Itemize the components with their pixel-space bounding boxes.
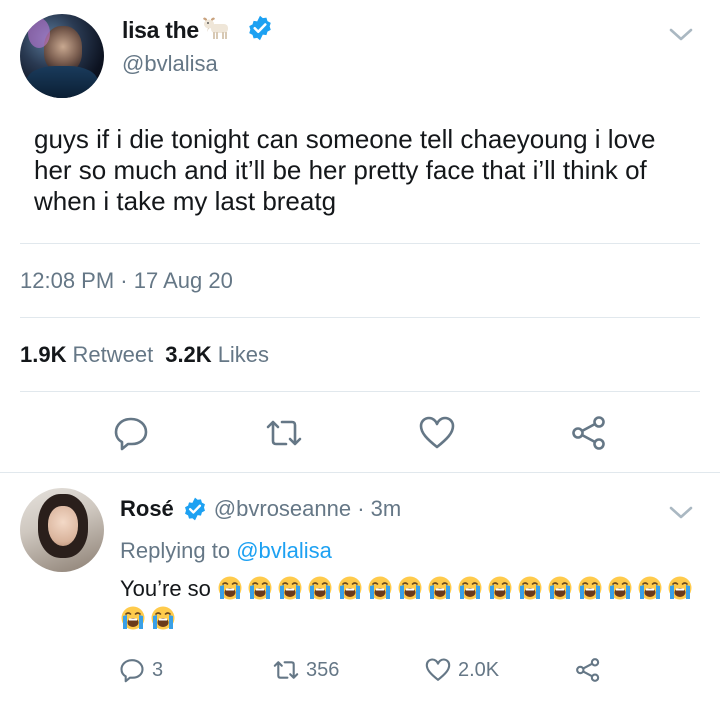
loudly-crying-face-icon (398, 576, 422, 600)
share-icon[interactable] (569, 413, 609, 453)
loudly-crying-face-icon (668, 576, 692, 600)
divider (20, 391, 700, 392)
reply-like-action[interactable]: 2.0K (424, 656, 499, 684)
avatar-lisa[interactable] (20, 14, 104, 98)
goat-icon (203, 17, 228, 39)
loudly-crying-face-icon (338, 576, 362, 600)
divider (20, 317, 700, 318)
replying-handle-link[interactable]: @bvlalisa (236, 538, 332, 563)
divider (20, 243, 700, 244)
loudly-crying-face-icon (608, 576, 632, 600)
reply-handle-time[interactable]: @bvroseanne · 3m (214, 496, 401, 522)
loudly-crying-face-icon (518, 576, 542, 600)
display-name[interactable]: lisa the (122, 17, 199, 44)
retweet-icon[interactable] (264, 413, 304, 453)
loudly-crying-face-icon (278, 576, 302, 600)
tweet-stats: 1.9K Retweet 3.2K Likes (20, 342, 281, 368)
reply-icon[interactable] (111, 413, 151, 453)
reply-icon[interactable] (118, 656, 146, 684)
loudly-crying-face-icon (578, 576, 602, 600)
loudly-crying-face-icon (548, 576, 572, 600)
chevron-down-icon[interactable] (668, 504, 694, 522)
retweet-icon[interactable] (272, 656, 300, 684)
reply-retweet-count: 356 (306, 658, 340, 681)
like-label[interactable]: Likes (218, 342, 269, 368)
loudly-crying-face-icon (428, 576, 452, 600)
avatar-rose[interactable] (20, 488, 104, 572)
loudly-crying-face-icon (368, 576, 392, 600)
loudly-crying-face-icon (121, 606, 145, 630)
chevron-down-icon[interactable] (668, 26, 694, 44)
section-divider (0, 472, 720, 473)
loudly-crying-face-icon (218, 576, 242, 600)
reply-count: 3 (152, 658, 164, 681)
replying-to: Replying to @bvlalisa (120, 538, 332, 564)
loudly-crying-face-icon (151, 606, 175, 630)
reply-reply-action[interactable]: 3 (118, 656, 163, 684)
like-count[interactable]: 3.2K (165, 342, 211, 368)
reply-text: You’re so (120, 574, 710, 634)
retweet-label[interactable]: Retweet (72, 342, 153, 368)
verified-badge-icon (184, 497, 205, 521)
loudly-crying-face-icon (248, 576, 272, 600)
timestamp[interactable]: 12:08 PM · 17 Aug 20 (20, 268, 233, 294)
loudly-crying-face-icon (458, 576, 482, 600)
retweet-count[interactable]: 1.9K (20, 342, 66, 368)
loudly-crying-face-icon (488, 576, 512, 600)
loudly-crying-face-icon (308, 576, 332, 600)
reply-text-content: You’re so (120, 576, 211, 601)
reply-retweet-action[interactable]: 356 (272, 656, 339, 684)
tweet-text: guys if i die tonight can someone tell c… (34, 124, 656, 216)
heart-icon[interactable] (417, 413, 457, 453)
loudly-crying-face-icon (638, 576, 662, 600)
reply-display-name[interactable]: Rosé (120, 496, 174, 522)
verified-badge-icon (249, 15, 271, 41)
share-icon[interactable] (574, 656, 602, 684)
handle[interactable]: @bvlalisa (122, 51, 218, 77)
replying-prefix: Replying to (120, 538, 231, 563)
reply-header: Rosé @bvroseanne · 3m (120, 496, 401, 522)
reply-share-action[interactable] (574, 656, 608, 684)
heart-icon[interactable] (424, 656, 452, 684)
reply-like-count: 2.0K (458, 658, 500, 681)
